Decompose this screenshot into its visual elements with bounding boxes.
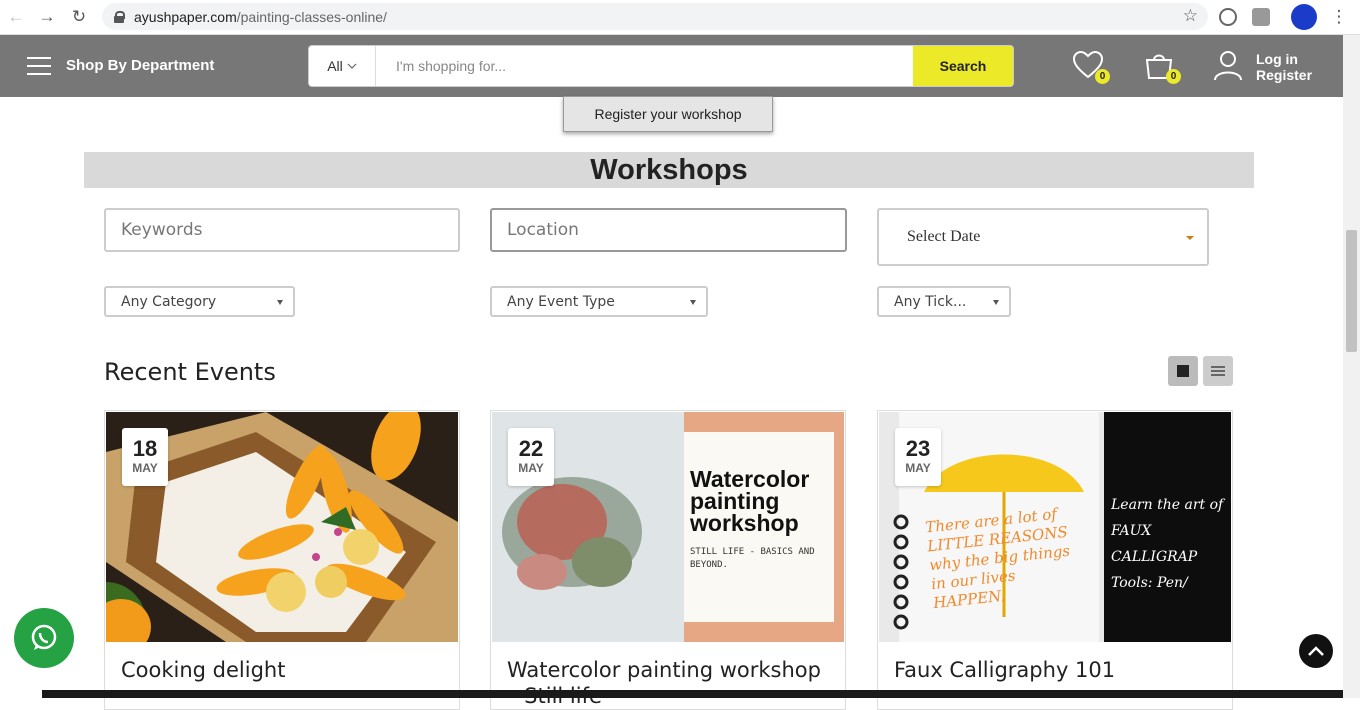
user-icon[interactable] bbox=[1212, 49, 1244, 81]
event-image[interactable]: There are a lot of LITTLE REASONS why th… bbox=[879, 412, 1231, 642]
event-month: MAY bbox=[905, 461, 931, 475]
category-dropdown[interactable]: Any Category bbox=[104, 286, 295, 317]
bookmark-star-icon[interactable]: ☆ bbox=[1183, 6, 1198, 26]
url-path: /painting-classes-online/ bbox=[236, 8, 387, 25]
location-placeholder: Location bbox=[507, 220, 579, 240]
image-quote: There are a lot of LITTLE REASONS why th… bbox=[924, 504, 1071, 613]
keywords-placeholder: Keywords bbox=[121, 220, 203, 240]
event-day: 18 bbox=[132, 436, 158, 461]
forward-icon[interactable]: → bbox=[35, 5, 59, 29]
list-view-button[interactable] bbox=[1203, 356, 1233, 386]
page-title: Workshops bbox=[84, 152, 1254, 188]
hamburger-menu-icon[interactable] bbox=[27, 57, 51, 75]
browser-toolbar: ← → ↻ ayushpaper.com/painting-classes-on… bbox=[0, 0, 1360, 35]
chevron-up-icon bbox=[1308, 646, 1324, 656]
grid-view-button[interactable] bbox=[1168, 356, 1198, 386]
reload-icon[interactable]: ↻ bbox=[67, 5, 91, 29]
select-date-dropdown[interactable]: Select Date bbox=[877, 208, 1209, 266]
recent-events-heading: Recent Events bbox=[104, 358, 276, 386]
address-bar[interactable]: ayushpaper.com/painting-classes-online/ … bbox=[102, 3, 1208, 30]
event-day: 23 bbox=[905, 436, 931, 461]
wishlist-button[interactable]: 0 bbox=[1072, 50, 1110, 84]
ticket-dropdown[interactable]: Any Tick... bbox=[877, 286, 1011, 317]
chevron-down-icon bbox=[347, 63, 357, 69]
register-label[interactable]: Register bbox=[1256, 67, 1312, 83]
whatsapp-button[interactable] bbox=[14, 608, 74, 668]
event-card[interactable]: There are a lot of LITTLE REASONS why th… bbox=[877, 410, 1233, 710]
grid-view-icon bbox=[1177, 365, 1189, 377]
wishlist-count-badge: 0 bbox=[1095, 69, 1110, 84]
event-image[interactable]: Watercolor painting workshop STILL LIFE … bbox=[492, 412, 844, 642]
event-date-badge: 23 MAY bbox=[895, 428, 941, 486]
event-type-label: Any Event Type bbox=[507, 293, 615, 310]
keywords-field[interactable]: Keywords bbox=[104, 208, 460, 252]
extension-icon[interactable] bbox=[1219, 8, 1237, 26]
ticket-label: Any Tick... bbox=[894, 293, 967, 310]
search-button[interactable]: Search bbox=[913, 46, 1013, 86]
event-month: MAY bbox=[518, 461, 544, 475]
event-day: 22 bbox=[518, 436, 544, 461]
event-title[interactable]: Faux Calligraphy 101 bbox=[894, 657, 1214, 683]
profile-avatar[interactable] bbox=[1291, 4, 1317, 30]
menu-dots-icon[interactable]: ⋮ bbox=[1327, 5, 1351, 29]
event-date-badge: 22 MAY bbox=[508, 428, 554, 486]
search-category-select[interactable]: All bbox=[309, 46, 376, 86]
event-title[interactable]: Cooking delight bbox=[121, 657, 441, 683]
search-input[interactable] bbox=[376, 46, 913, 86]
event-image[interactable]: 18 MAY bbox=[106, 412, 458, 642]
shield-extension-icon[interactable] bbox=[1252, 8, 1270, 26]
location-field[interactable]: Location bbox=[490, 208, 847, 252]
url-domain: ayushpaper.com bbox=[134, 8, 237, 25]
page-scrollbar[interactable] bbox=[1343, 35, 1360, 698]
back-icon[interactable]: ← bbox=[4, 5, 28, 29]
search-bar: All Search bbox=[308, 45, 1014, 87]
scroll-thumb[interactable] bbox=[1346, 230, 1357, 352]
image-subtitle: STILL LIFE - BASICS AND BEYOND. bbox=[690, 547, 815, 570]
whatsapp-icon bbox=[31, 624, 57, 650]
login-label[interactable]: Log in bbox=[1256, 51, 1312, 67]
image-side-text: Learn the art of FAUX CALLIGRAP Tools: P… bbox=[1111, 497, 1226, 602]
login-register-link[interactable]: Log in Register bbox=[1256, 51, 1312, 83]
event-type-dropdown[interactable]: Any Event Type bbox=[490, 286, 708, 317]
caret-down-icon bbox=[1186, 236, 1194, 240]
caret-down-icon bbox=[277, 300, 283, 305]
event-title[interactable]: Watercolor painting workshop – Still lif… bbox=[507, 657, 827, 709]
back-to-top-button[interactable] bbox=[1299, 634, 1333, 668]
shop-by-department[interactable]: Shop By Department bbox=[66, 57, 214, 74]
caret-down-icon bbox=[690, 300, 696, 305]
lock-icon bbox=[114, 10, 125, 23]
caret-down-icon bbox=[993, 300, 999, 305]
select-date-label: Select Date bbox=[907, 228, 981, 245]
image-heading: Watercolor painting workshop bbox=[690, 466, 810, 536]
site-header: Shop By Department All Search 0 0 Log in… bbox=[0, 35, 1343, 97]
event-card[interactable]: Watercolor painting workshop STILL LIFE … bbox=[490, 410, 846, 710]
cart-count-badge: 0 bbox=[1166, 69, 1181, 84]
event-date-badge: 18 MAY bbox=[122, 428, 168, 486]
event-card[interactable]: 18 MAY Cooking delight bbox=[104, 410, 460, 710]
bottom-bar bbox=[42, 690, 1343, 698]
list-view-icon bbox=[1211, 365, 1225, 376]
event-month: MAY bbox=[132, 461, 158, 475]
register-workshop-button[interactable]: Register your workshop bbox=[563, 96, 773, 132]
cart-button[interactable]: 0 bbox=[1143, 50, 1181, 84]
category-label: Any Category bbox=[121, 293, 217, 310]
search-category-label: All bbox=[327, 58, 343, 74]
